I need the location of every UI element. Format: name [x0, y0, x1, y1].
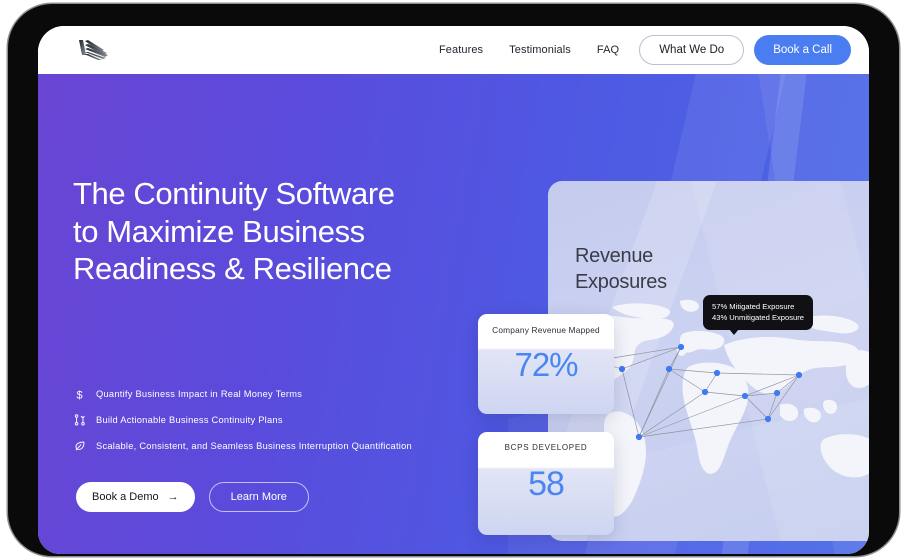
book-a-demo-label: Book a Demo: [92, 491, 159, 503]
hero-section: The Continuity Software to Maximize Busi…: [38, 74, 869, 554]
feature-item: Build Actionable Business Continuity Pla…: [74, 408, 484, 432]
stat-label: BCPS DEVELOPED: [504, 443, 588, 452]
feature-item: $ Quantify Business Impact in Real Money…: [74, 382, 484, 406]
tablet-device-frame: Features Testimonials FAQ What We Do Boo…: [8, 4, 899, 556]
feature-label: Scalable, Consistent, and Seamless Busin…: [96, 441, 412, 451]
nav-link-features[interactable]: Features: [439, 44, 483, 56]
learn-more-button[interactable]: Learn More: [208, 482, 309, 512]
hero-cta-row: Book a Demo → Learn More: [76, 482, 309, 512]
stat-value: 58: [528, 465, 565, 503]
dollar-icon: $: [74, 388, 96, 401]
flow-branch-icon: [74, 414, 96, 426]
map-tooltip: 57% Mitigated Exposure 43% Unmitigated E…: [703, 295, 814, 335]
tooltip-pointer-icon: [729, 329, 739, 335]
hero-headline: The Continuity Software to Maximize Busi…: [73, 176, 395, 286]
svg-text:$: $: [76, 389, 82, 401]
leaf-icon: [74, 440, 96, 452]
tooltip-mitigated-line: 57% Mitigated Exposure: [712, 302, 795, 311]
tooltip-unmitigated-line: 43% Unmitigated Exposure: [712, 313, 805, 322]
stat-value: 72%: [514, 346, 578, 383]
nav-link-testimonials[interactable]: Testimonials: [509, 44, 571, 56]
stat-card-bcps-developed: BCPS DEVELOPED 58: [478, 432, 614, 535]
hero-feature-list: $ Quantify Business Impact in Real Money…: [74, 382, 484, 460]
stat-label: Company Revenue Mapped: [492, 325, 600, 335]
book-a-call-button[interactable]: Book a Call: [754, 35, 851, 65]
arrow-right-icon: →: [167, 491, 179, 503]
stat-card-company-revenue-mapped: Company Revenue Mapped 72%: [478, 314, 614, 414]
primary-nav: Features Testimonials FAQ What We Do Boo…: [439, 26, 851, 74]
nav-link-faq[interactable]: FAQ: [597, 44, 619, 56]
fan-logo-icon[interactable]: [70, 33, 116, 63]
device-screen: Features Testimonials FAQ What We Do Boo…: [38, 26, 869, 554]
card-title: Revenue Exposures: [575, 245, 667, 293]
book-a-demo-button[interactable]: Book a Demo →: [76, 482, 195, 512]
feature-item: Scalable, Consistent, and Seamless Busin…: [74, 434, 484, 458]
feature-label: Quantify Business Impact in Real Money T…: [96, 389, 303, 399]
feature-label: Build Actionable Business Continuity Pla…: [96, 415, 283, 425]
site-header: Features Testimonials FAQ What We Do Boo…: [38, 26, 869, 74]
what-we-do-button[interactable]: What We Do: [639, 35, 745, 65]
